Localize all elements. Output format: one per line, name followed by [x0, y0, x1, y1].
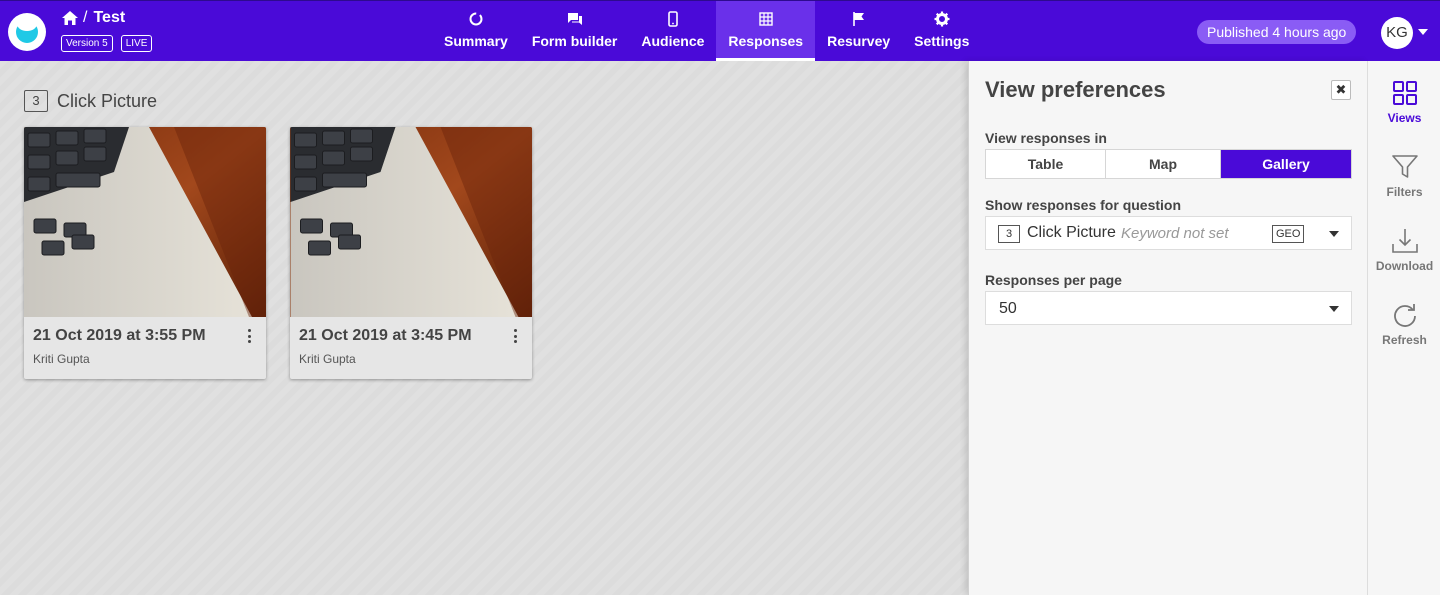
question-select-label: Show responses for question [985, 197, 1182, 213]
tab-resurvey[interactable]: Resurvey [815, 1, 902, 61]
question-number: 3 [24, 90, 48, 112]
tab-label: Summary [444, 33, 508, 49]
rail-label: Views [1387, 111, 1422, 125]
view-in-label: View responses in [985, 130, 1107, 146]
summary-icon [469, 12, 483, 26]
close-icon[interactable]: ✖ [1331, 80, 1351, 100]
panel-title: View preferences [985, 77, 1166, 102]
photo-image [24, 127, 266, 317]
tab-label: Audience [641, 33, 705, 49]
published-status-badge[interactable]: Published 4 hours ago [1197, 20, 1357, 44]
response-photo[interactable] [290, 127, 532, 317]
app-logo[interactable] [8, 13, 46, 51]
per-page-value: 50 [999, 300, 1017, 317]
more-options-icon[interactable] [512, 329, 518, 343]
project-title[interactable]: Test [93, 9, 125, 27]
chevron-down-icon[interactable] [1418, 29, 1428, 35]
chevron-down-icon [1329, 231, 1339, 237]
rail-label: Refresh [1382, 333, 1427, 347]
response-user: Kriti Gupta [299, 352, 356, 366]
geo-tag: GEO [1272, 225, 1305, 243]
rail-label: Download [1375, 259, 1434, 273]
view-map-button[interactable]: Map [1106, 150, 1221, 178]
question-name: Click Picture [1027, 224, 1116, 241]
chat-icon [567, 13, 582, 25]
grid-icon [759, 12, 773, 26]
tab-label: Form builder [531, 33, 618, 49]
view-table-button[interactable]: Table [986, 150, 1106, 178]
response-date: 21 Oct 2019 at 3:45 PM [299, 327, 472, 344]
home-icon[interactable] [62, 11, 78, 25]
live-badge: LIVE [120, 35, 153, 52]
rail-filters[interactable]: Filters [1368, 153, 1440, 199]
views-icon [1392, 81, 1417, 105]
question-keyword: Keyword not set [1121, 225, 1229, 242]
tab-label: Responses [728, 33, 804, 49]
gear-icon [934, 11, 950, 27]
more-options-icon[interactable] [246, 329, 252, 343]
view-gallery-button[interactable]: Gallery [1221, 150, 1351, 178]
chevron-down-icon [1329, 306, 1339, 312]
breadcrumb: / Test [62, 9, 125, 27]
rail-label: Filters [1386, 185, 1423, 199]
download-icon [1391, 229, 1418, 253]
per-page-label: Responses per page [985, 272, 1122, 288]
top-bar: / Test Version 5 LIVE Summary Form build… [0, 0, 1440, 61]
gallery-area: 3 Click Picture 21 Oct 2019 at 3:55 PM K… [0, 61, 968, 595]
per-page-select[interactable]: 50 [985, 291, 1352, 325]
avatar[interactable]: KG [1381, 17, 1413, 49]
question-title: Click Picture [57, 90, 158, 111]
phone-icon [668, 11, 678, 27]
tab-label: Settings [914, 33, 970, 49]
filter-icon [1391, 155, 1418, 178]
tab-label: Resurvey [827, 33, 891, 49]
version-badge[interactable]: Version 5 [61, 35, 113, 52]
question-select[interactable]: 3 Click Picture Keyword not set GEO [985, 216, 1352, 250]
response-date: 21 Oct 2019 at 3:55 PM [33, 327, 206, 344]
flag-icon [852, 12, 864, 26]
tab-audience[interactable]: Audience [629, 1, 716, 61]
view-preferences-panel: View preferences ✖ View responses in Tab… [968, 61, 1367, 595]
view-mode-selector: Table Map Gallery [985, 149, 1352, 179]
tab-settings[interactable]: Settings [902, 1, 981, 61]
tab-form-builder[interactable]: Form builder [520, 1, 630, 61]
refresh-icon [1393, 304, 1416, 327]
breadcrumb-separator: / [83, 9, 88, 26]
rail-download[interactable]: Download [1368, 227, 1440, 273]
right-rail: Views Filters Download Refresh [1367, 61, 1440, 595]
response-photo[interactable] [24, 127, 266, 317]
rail-refresh[interactable]: Refresh [1368, 301, 1440, 347]
rail-views[interactable]: Views [1368, 79, 1440, 125]
tab-summary[interactable]: Summary [432, 1, 520, 61]
question-heading: 3 Click Picture [24, 90, 157, 112]
response-card[interactable]: 21 Oct 2019 at 3:55 PM Kriti Gupta [24, 127, 266, 379]
badges: Version 5 LIVE [61, 35, 153, 52]
tab-responses[interactable]: Responses [716, 1, 816, 61]
main-nav: Summary Form builder Audience Responses … [432, 1, 981, 61]
photo-image [290, 127, 532, 317]
question-number: 3 [998, 225, 1020, 243]
response-card[interactable]: 21 Oct 2019 at 3:45 PM Kriti Gupta [290, 127, 532, 379]
response-user: Kriti Gupta [33, 352, 90, 366]
